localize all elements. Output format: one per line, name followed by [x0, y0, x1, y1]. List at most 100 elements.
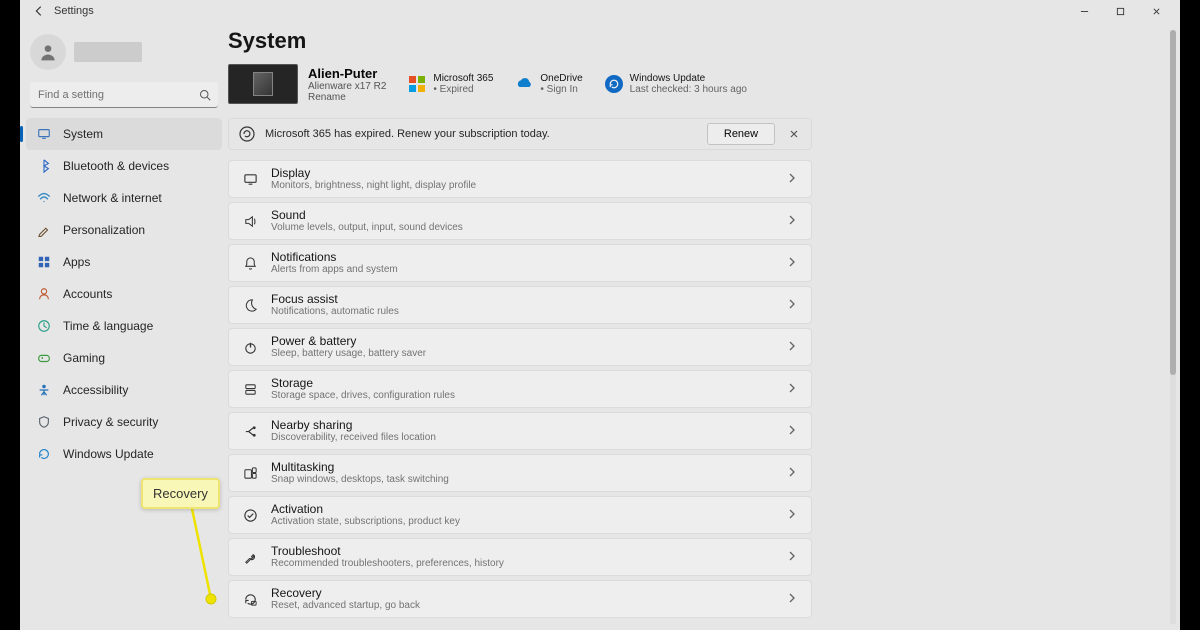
- scrollbar[interactable]: [1170, 30, 1176, 624]
- settings-card-focus-assist[interactable]: Focus assistNotifications, automatic rul…: [228, 286, 812, 324]
- renew-banner: Microsoft 365 has expired. Renew your su…: [228, 118, 812, 150]
- settings-card-storage[interactable]: StorageStorage space, drives, configurat…: [228, 370, 812, 408]
- settings-card-display[interactable]: DisplayMonitors, brightness, night light…: [228, 160, 812, 198]
- onedrive-icon: [515, 75, 533, 93]
- pc-name: Alien-Puter: [308, 66, 386, 81]
- sidebar-item-apps[interactable]: Apps: [20, 246, 228, 278]
- card-subtitle: Activation state, subscriptions, product…: [271, 516, 787, 527]
- sidebar-item-time-language[interactable]: Time & language: [20, 310, 228, 342]
- close-icon: [789, 129, 799, 139]
- banner-close-button[interactable]: [785, 125, 803, 143]
- multi-icon: [239, 466, 261, 481]
- sidebar-item-privacy-security[interactable]: Privacy & security: [20, 406, 228, 438]
- wrench-icon: [239, 550, 261, 565]
- card-subtitle: Recommended troubleshooters, preferences…: [271, 558, 787, 569]
- maximize-icon: [1116, 7, 1125, 16]
- renew-button[interactable]: Renew: [707, 123, 775, 145]
- status-update[interactable]: Windows UpdateLast checked: 3 hours ago: [605, 73, 747, 95]
- card-subtitle: Storage space, drives, configuration rul…: [271, 390, 787, 401]
- status-sub: Last checked: 3 hours ago: [630, 84, 747, 95]
- annotation-callout: Recovery: [141, 478, 220, 509]
- titlebar: Settings: [20, 0, 1180, 22]
- monitor-icon: [36, 127, 51, 142]
- chevron-right-icon: [787, 170, 801, 188]
- sidebar-item-personalization[interactable]: Personalization: [20, 214, 228, 246]
- status-m365[interactable]: Microsoft 365• Expired: [408, 73, 493, 95]
- sidebar-item-windows-update[interactable]: Windows Update: [20, 438, 228, 470]
- search-icon: [199, 88, 211, 106]
- settings-card-power-battery[interactable]: Power & batterySleep, battery usage, bat…: [228, 328, 812, 366]
- sidebar-item-system[interactable]: System: [26, 118, 222, 150]
- profile-block[interactable]: [20, 28, 228, 82]
- card-title: Activation: [271, 503, 787, 516]
- settings-card-troubleshoot[interactable]: TroubleshootRecommended troubleshooters,…: [228, 538, 812, 576]
- back-arrow-icon: [32, 4, 46, 18]
- check-icon: [239, 508, 261, 523]
- display-icon: [239, 172, 261, 187]
- chevron-right-icon: [787, 296, 801, 314]
- settings-card-nearby-sharing[interactable]: Nearby sharingDiscoverability, received …: [228, 412, 812, 450]
- bluetooth-icon: [36, 159, 51, 174]
- sidebar-item-gaming[interactable]: Gaming: [20, 342, 228, 374]
- nav-label: Personalization: [63, 223, 145, 237]
- status-sub: • Sign In: [540, 84, 582, 95]
- storage-icon: [239, 382, 261, 397]
- pc-model: Alienware x17 R2: [308, 81, 386, 92]
- clock-icon: [36, 319, 51, 334]
- chevron-right-icon: [787, 254, 801, 272]
- settings-card-activation[interactable]: ActivationActivation state, subscription…: [228, 496, 812, 534]
- status-onedrive[interactable]: OneDrive• Sign In: [515, 73, 582, 95]
- settings-card-multitasking[interactable]: MultitaskingSnap windows, desktops, task…: [228, 454, 812, 492]
- letterbox: [0, 0, 20, 630]
- settings-card-recovery[interactable]: RecoveryReset, advanced startup, go back: [228, 580, 812, 618]
- card-subtitle: Volume levels, output, input, sound devi…: [271, 222, 787, 233]
- m365-icon: [408, 75, 426, 93]
- card-subtitle: Alerts from apps and system: [271, 264, 787, 275]
- letterbox: [1180, 0, 1200, 630]
- sidebar-item-accounts[interactable]: Accounts: [20, 278, 228, 310]
- chevron-right-icon: [787, 548, 801, 566]
- card-subtitle: Discoverability, received files location: [271, 432, 787, 443]
- access-icon: [36, 383, 51, 398]
- nav-label: Windows Update: [63, 447, 154, 461]
- maximize-button[interactable]: [1102, 1, 1138, 21]
- nav-label: Time & language: [63, 319, 153, 333]
- card-title: Power & battery: [271, 335, 787, 348]
- nav-label: Network & internet: [63, 191, 162, 205]
- card-subtitle: Reset, advanced startup, go back: [271, 600, 787, 611]
- search-box[interactable]: [30, 82, 218, 108]
- card-title: Troubleshoot: [271, 545, 787, 558]
- shield-icon: [36, 415, 51, 430]
- card-title: Display: [271, 167, 787, 180]
- nav-label: System: [63, 127, 103, 141]
- callout-label: Recovery: [141, 478, 220, 509]
- power-icon: [239, 340, 261, 355]
- settings-card-notifications[interactable]: NotificationsAlerts from apps and system: [228, 244, 812, 282]
- close-button[interactable]: [1138, 1, 1174, 21]
- sound-icon: [239, 214, 261, 229]
- nav-label: Apps: [63, 255, 90, 269]
- card-title: Nearby sharing: [271, 419, 787, 432]
- pc-rename-link[interactable]: Rename: [308, 92, 386, 103]
- sidebar-item-bluetooth-devices[interactable]: Bluetooth & devices: [20, 150, 228, 182]
- scrollbar-thumb[interactable]: [1170, 30, 1176, 375]
- bell-icon: [239, 256, 261, 271]
- settings-card-sound[interactable]: SoundVolume levels, output, input, sound…: [228, 202, 812, 240]
- banner-icon: [239, 126, 255, 142]
- nav-list: System Bluetooth & devices Network & inter…: [20, 118, 228, 470]
- sidebar-item-accessibility[interactable]: Accessibility: [20, 374, 228, 406]
- status-sub: • Expired: [433, 84, 493, 95]
- pc-block[interactable]: Alien-Puter Alienware x17 R2 Rename: [228, 64, 386, 104]
- page-title: System: [228, 28, 1164, 54]
- settings-card-list: DisplayMonitors, brightness, night light…: [228, 160, 1164, 618]
- sidebar-item-network-internet[interactable]: Network & internet: [20, 182, 228, 214]
- main-content: System Alien-Puter Alienware x17 R2 Rena…: [228, 22, 1180, 630]
- avatar: [30, 34, 66, 70]
- search-input[interactable]: [30, 82, 218, 108]
- minimize-button[interactable]: [1066, 1, 1102, 21]
- status-label: Windows Update: [630, 73, 747, 84]
- nav-label: Privacy & security: [63, 415, 158, 429]
- back-button[interactable]: [32, 4, 46, 18]
- card-title: Sound: [271, 209, 787, 222]
- card-subtitle: Sleep, battery usage, battery saver: [271, 348, 787, 359]
